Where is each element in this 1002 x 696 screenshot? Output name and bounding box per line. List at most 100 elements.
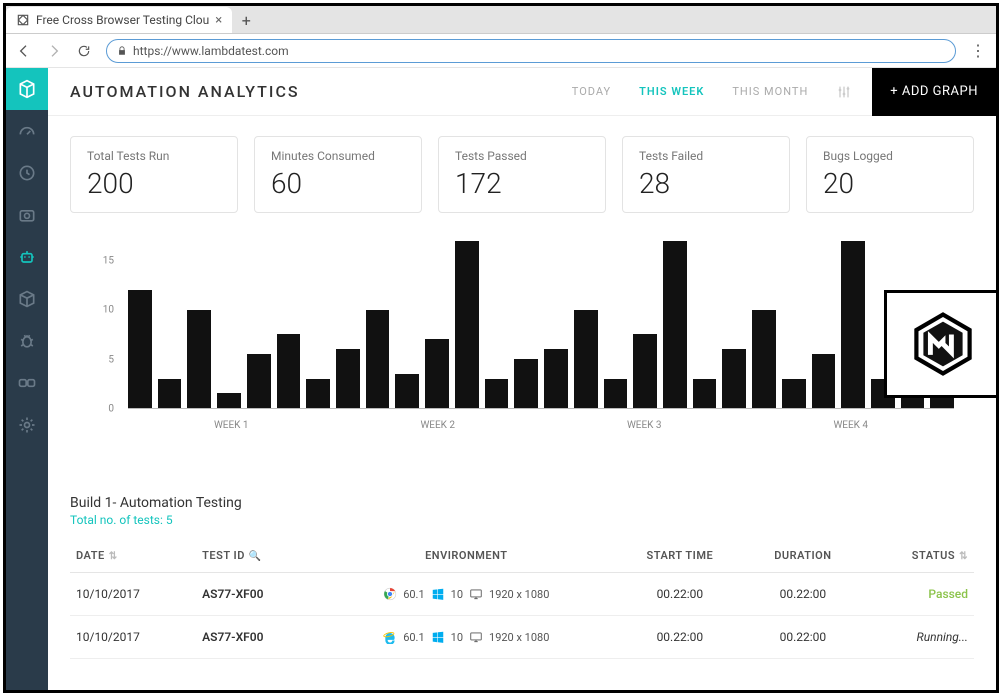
build-table-section: Build 1- Automation Testing Total no. of… <box>70 487 974 659</box>
chart-x-label: WEEK 1 <box>214 420 249 431</box>
chart-bar <box>722 349 746 408</box>
chart-bars <box>128 241 954 409</box>
sidebar <box>6 68 48 690</box>
chart-bar <box>277 334 301 408</box>
stat-card: Bugs Logged 20 <box>806 136 974 213</box>
col-start: START TIME <box>614 539 745 573</box>
sidebar-item-screenshot[interactable] <box>6 194 48 236</box>
stat-value: 200 <box>87 167 221 200</box>
url-text: https://www.lambdatest.com <box>133 44 289 58</box>
cell-test-id: AS77-XF00 <box>196 616 318 659</box>
chart-bar <box>395 374 419 408</box>
cell-date: 10/10/2017 <box>70 616 196 659</box>
chart-bar <box>663 241 687 408</box>
reload-button[interactable] <box>76 43 92 59</box>
windows-icon <box>431 587 445 601</box>
chart-bar <box>812 354 836 408</box>
cell-duration: 00.22:00 <box>745 573 860 616</box>
col-duration: DURATION <box>745 539 860 573</box>
col-test-id[interactable]: TEST ID🔍 <box>196 539 318 573</box>
chart-x-label: WEEK 2 <box>420 420 455 431</box>
tab-this-week[interactable]: THIS WEEK <box>639 85 704 98</box>
chart-bar <box>306 379 330 408</box>
chart-bar <box>485 379 509 408</box>
chart-bar <box>544 349 568 408</box>
chart-x-label: WEEK 4 <box>833 420 868 431</box>
cell-environment: 60.1 10 1920 x 1080 <box>318 616 614 659</box>
forward-button[interactable] <box>46 43 62 59</box>
cell-start: 00.22:00 <box>614 616 745 659</box>
chart-x-label: WEEK 3 <box>627 420 662 431</box>
stat-value: 172 <box>455 167 589 200</box>
windows-icon <box>431 630 445 644</box>
new-tab-button[interactable]: + <box>232 7 260 33</box>
sidebar-item-package[interactable] <box>6 278 48 320</box>
cell-environment: 60.1 10 1920 x 1080 <box>318 573 614 616</box>
table-row[interactable]: 10/10/2017 AS77-XF00 60.1 10 1920 x 1080… <box>70 616 974 659</box>
cell-duration: 00.22:00 <box>745 616 860 659</box>
table-row[interactable]: 10/10/2017 AS77-XF00 60.1 10 1920 x 1080… <box>70 573 974 616</box>
stat-value: 28 <box>639 167 773 200</box>
chart-bar <box>187 310 211 408</box>
back-button[interactable] <box>16 43 32 59</box>
chart-bar <box>693 379 717 408</box>
browser-tab-strip: Free Cross Browser Testing Clou × + <box>6 6 996 34</box>
sidebar-item-history[interactable] <box>6 152 48 194</box>
floating-logo-overlay <box>884 290 999 398</box>
sidebar-item-logo[interactable] <box>6 68 48 110</box>
tab-today[interactable]: TODAY <box>572 85 611 98</box>
chart-card: 051015 WEEK 1WEEK 2WEEK 3WEEK 4 <box>70 233 974 467</box>
sidebar-item-integrations[interactable] <box>6 362 48 404</box>
tab-this-month[interactable]: THIS MONTH <box>732 85 808 98</box>
chart-bar <box>366 310 390 408</box>
monitor-icon <box>469 587 483 601</box>
cell-date: 10/10/2017 <box>70 573 196 616</box>
chart-bar <box>752 310 776 408</box>
chart-bar <box>514 359 538 408</box>
stat-label: Bugs Logged <box>823 149 957 163</box>
chart-bar <box>841 241 865 408</box>
tab-title: Free Cross Browser Testing Clou <box>36 13 209 27</box>
chart-bar <box>782 379 806 408</box>
col-date[interactable]: DATE⇅ <box>70 539 196 573</box>
browser-tab[interactable]: Free Cross Browser Testing Clou × <box>6 7 232 33</box>
chart-bar <box>425 339 449 408</box>
cell-status: Running... <box>861 616 974 659</box>
stat-label: Tests Failed <box>639 149 773 163</box>
stats-row: Total Tests Run200Minutes Consumed60 Test… <box>48 116 996 233</box>
cell-start: 00.22:00 <box>614 573 745 616</box>
monitor-icon <box>469 630 483 644</box>
page-title: AUTOMATION ANALYTICS <box>70 82 300 101</box>
sidebar-item-bugs[interactable] <box>6 320 48 362</box>
stat-value: 20 <box>823 167 957 200</box>
stat-card: Tests Failed 28 <box>622 136 790 213</box>
hexagon-m-icon <box>908 309 978 379</box>
sort-icon: ⇅ <box>109 551 118 562</box>
browser-icon <box>383 630 397 644</box>
sidebar-item-automation[interactable] <box>6 236 48 278</box>
col-status[interactable]: STATUS⇅ <box>861 539 974 573</box>
tab-favicon-icon <box>16 13 30 27</box>
chart-bar <box>336 349 360 408</box>
chart-bar <box>247 354 271 408</box>
browser-menu-button[interactable]: ⋮ <box>970 41 986 60</box>
chart-bar <box>217 393 241 408</box>
build-title: Build 1- Automation Testing <box>70 495 974 511</box>
cell-test-id: AS77-XF00 <box>196 573 318 616</box>
stat-card: Minutes Consumed60 <box>254 136 422 213</box>
chart-bar <box>128 290 152 408</box>
lock-icon <box>117 46 127 56</box>
url-bar: https://www.lambdatest.com ⋮ <box>6 34 996 68</box>
build-subtitle: Total no. of tests: 5 <box>70 513 974 527</box>
filter-col-icon: ⇅ <box>959 551 968 562</box>
add-graph-button[interactable]: + ADD GRAPH <box>872 68 996 116</box>
chart-bar <box>574 310 598 408</box>
stat-card: Total Tests Run200 <box>70 136 238 213</box>
url-input[interactable]: https://www.lambdatest.com <box>106 39 956 63</box>
filter-icon[interactable] <box>836 84 852 100</box>
search-icon: 🔍 <box>249 551 262 562</box>
sidebar-item-settings[interactable] <box>6 404 48 446</box>
sidebar-item-dashboard[interactable] <box>6 110 48 152</box>
close-tab-icon[interactable]: × <box>215 13 222 28</box>
cell-status: Passed <box>861 573 974 616</box>
